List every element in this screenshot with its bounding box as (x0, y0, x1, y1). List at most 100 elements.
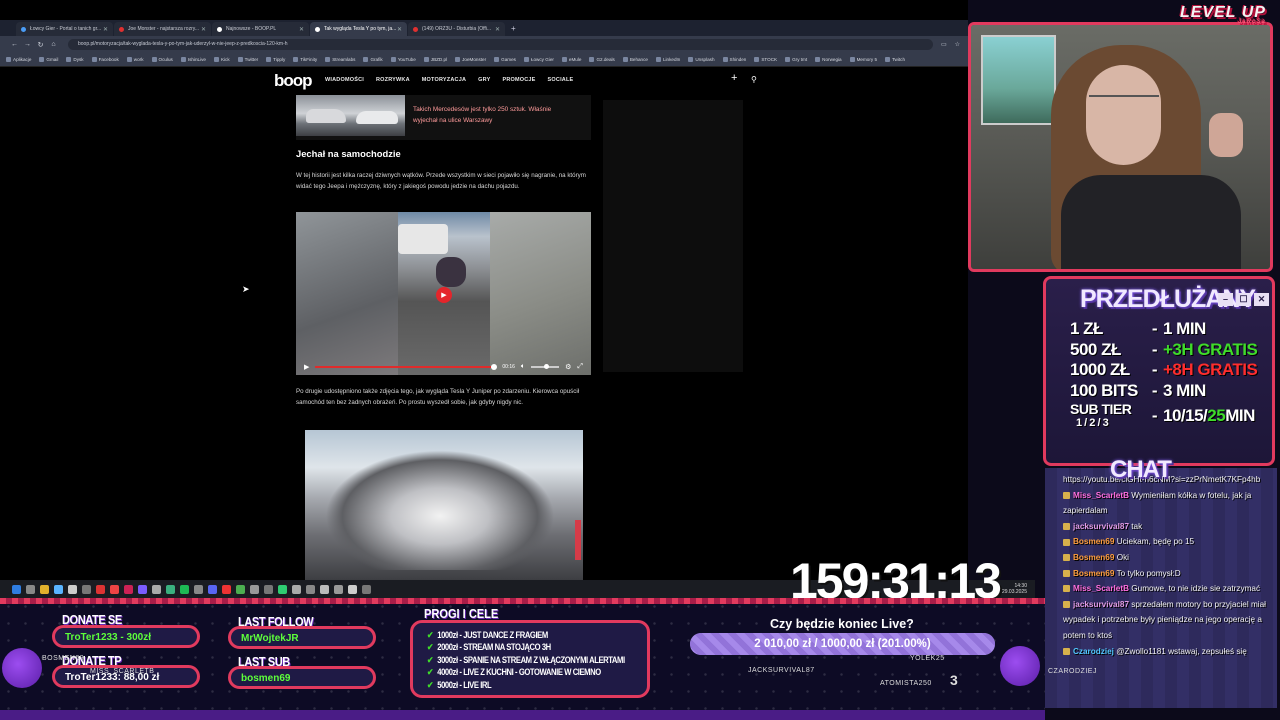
site-logo[interactable]: boop (274, 71, 313, 91)
taskbar-app-icon[interactable] (208, 584, 217, 594)
bookmark-item[interactable]: Tipply (266, 57, 285, 62)
taskbar-app-icon[interactable] (306, 584, 315, 594)
site-menu-item[interactable]: WIADOMOŚCI (325, 77, 364, 83)
bookmark-item[interactable]: Twitter (237, 57, 259, 62)
bookmark-item[interactable]: Streamlabs (325, 57, 355, 62)
bookmark-item[interactable]: Behance (622, 57, 648, 62)
close-tab-icon[interactable]: ✕ (495, 26, 500, 33)
taskbar-app-icon[interactable] (250, 584, 259, 594)
bookmark-item[interactable]: Grafik (363, 57, 383, 62)
taskbar-app-icon[interactable] (334, 584, 343, 594)
bookmark-item[interactable]: Games (494, 57, 516, 62)
play-icon[interactable]: ▶ (436, 287, 452, 303)
taskbar-app-icon[interactable] (26, 584, 35, 594)
plus-icon[interactable]: + (731, 72, 737, 84)
bookmark-item[interactable]: Gry tmt (785, 57, 807, 62)
taskbar-app-icon[interactable] (362, 584, 371, 594)
bookmark-item[interactable]: Oculus (151, 57, 173, 62)
taskbar-app-icon[interactable] (278, 584, 287, 594)
site-menu-item[interactable]: MOTORYZACJA (422, 77, 466, 83)
home-icon[interactable]: ⌂ (47, 41, 60, 48)
taskbar-app-icon[interactable] (124, 584, 133, 594)
close-tab-icon[interactable]: ✕ (201, 26, 206, 33)
browser-tab[interactable]: (149) ORZ3U - Disturbia (Offi... ✕ (408, 22, 505, 36)
taskbar-app-icon[interactable] (292, 584, 301, 594)
close-tab-icon[interactable]: ✕ (103, 26, 108, 33)
url-field[interactable]: boop.pl/motoryzacja/tak-wyglada-tesla-y-… (68, 39, 933, 50)
bookmark-item[interactable]: Facebook (91, 57, 119, 62)
taskbar-app-icon[interactable] (68, 584, 77, 594)
related-article-title[interactable]: Takich Mercedesów jest tylko 250 sztuk. … (405, 95, 575, 140)
taskbar-app-icon[interactable] (166, 584, 175, 594)
bookmark-item[interactable]: Łowcy Gier (523, 57, 554, 62)
bookmark-item[interactable]: Twitch (885, 57, 905, 62)
bookmark-item[interactable]: Aplikacje (6, 57, 31, 62)
close-tab-icon[interactable]: ✕ (299, 26, 304, 33)
bookmark-label: Twitter (244, 57, 259, 62)
taskbar-app-icon[interactable] (96, 584, 105, 594)
bookmark-item[interactable]: YouTube (390, 57, 416, 62)
bookmark-label: Facebook (98, 57, 119, 62)
chat-username: jacksurvival87 (1073, 521, 1129, 531)
browser-tab[interactable]: Joe Monster - najstarsza rozry... ✕ (114, 22, 211, 36)
taskbar-app-icon[interactable] (138, 584, 147, 594)
chat-message: jacksurvival87 tak (1063, 519, 1273, 535)
bookmark-label: Unsplash (695, 57, 715, 62)
last-sub-box: bosmen69 (228, 666, 376, 689)
related-article-card[interactable]: Takich Mercedesów jest tylko 250 sztuk. … (296, 95, 591, 140)
bookmark-item[interactable]: IshinLive (180, 57, 206, 62)
bookmark-item[interactable]: G2.deals (589, 57, 615, 62)
taskbar-app-icon[interactable] (320, 584, 329, 594)
close-tab-icon[interactable]: ✕ (397, 26, 402, 33)
bookmark-star-icon[interactable]: ☆ (955, 41, 960, 48)
play-control-icon[interactable]: ▶ (304, 363, 309, 371)
video-progress[interactable] (315, 364, 497, 370)
article-paragraph-2: Po drugie udostępniono także zdjęcia teg… (296, 388, 580, 406)
goals-title: PROGI I CELE (424, 606, 499, 621)
bookmark-item[interactable]: Norwegia (815, 57, 842, 62)
taskbar-app-icon[interactable] (236, 584, 245, 594)
taskbar-app-icon[interactable] (180, 584, 189, 594)
new-tab-button[interactable]: + (511, 22, 516, 36)
bookmark-item[interactable]: Shinden (722, 57, 746, 62)
back-icon[interactable]: ← (8, 41, 21, 48)
browser-tab[interactable]: Tak wygląda Tesla Y po tym, ja... ✕ (310, 22, 407, 36)
site-menu-item[interactable]: GRY (478, 77, 490, 83)
bookmark-item[interactable]: JBZD.pl (423, 57, 447, 62)
bookmark-item[interactable]: STOCK (754, 57, 777, 62)
taskbar-app-icon[interactable] (152, 584, 161, 594)
bookmark-item[interactable]: Dysk (66, 57, 84, 62)
bookmark-item[interactable]: Kick (213, 57, 230, 62)
browser-tab[interactable]: Łowcy Gier - Portal o tanich gr... ✕ (16, 22, 113, 36)
cast-icon[interactable]: ▭ (941, 41, 947, 48)
taskbar-app-icon[interactable] (222, 584, 231, 594)
taskbar-app-icon[interactable] (12, 584, 21, 594)
search-icon[interactable]: ⚲ (751, 75, 757, 84)
settings-icon[interactable]: ⚙ (565, 363, 571, 371)
site-menu-item[interactable]: ROZRYWKA (376, 77, 410, 83)
site-menu-item[interactable]: SOCIALE (548, 77, 574, 83)
bookmark-item[interactable]: JoeMonster (455, 57, 486, 62)
bookmark-item[interactable]: Unsplash (688, 57, 715, 62)
bookmark-item[interactable]: eMule (561, 57, 581, 62)
taskbar-app-icon[interactable] (40, 584, 49, 594)
volume-slider[interactable] (531, 364, 560, 369)
bookmark-item[interactable]: TikFinity (293, 57, 317, 62)
bookmark-item[interactable]: Memory 5 (849, 57, 877, 62)
site-menu-item[interactable]: PROMOCJE (502, 77, 535, 83)
bookmark-item[interactable]: work (126, 57, 144, 62)
mouse-cursor-icon: ➤ (242, 284, 250, 294)
volume-icon[interactable]: 🔈︎ (521, 363, 525, 371)
bookmark-item[interactable]: Gmail (39, 57, 58, 62)
taskbar-app-icon[interactable] (194, 584, 203, 594)
forward-icon[interactable]: → (21, 41, 34, 48)
taskbar-app-icon[interactable] (54, 584, 63, 594)
taskbar-app-icon[interactable] (110, 584, 119, 594)
taskbar-app-icon[interactable] (264, 584, 273, 594)
taskbar-app-icon[interactable] (82, 584, 91, 594)
bookmark-item[interactable]: LinkedIn (655, 57, 680, 62)
taskbar-app-icon[interactable] (348, 584, 357, 594)
reload-icon[interactable]: ↻ (34, 41, 47, 49)
browser-tab[interactable]: Najnowsze - BOOP.PL ✕ (212, 22, 309, 36)
fullscreen-icon[interactable]: ⤢ (577, 363, 583, 371)
